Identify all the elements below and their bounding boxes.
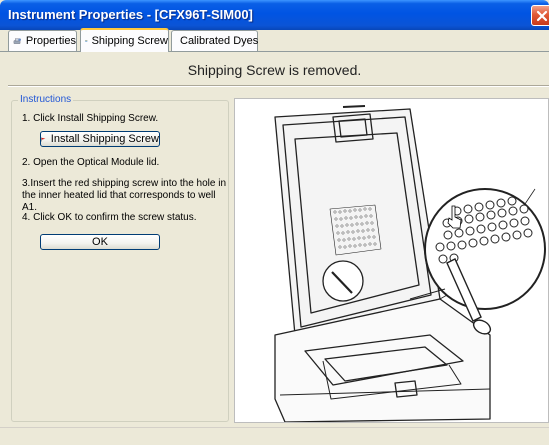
instructions-legend: Instructions [18, 94, 74, 105]
install-shipping-screw-button[interactable]: Install Shipping Screw [40, 131, 160, 147]
shipping-screw-icon [85, 40, 88, 42]
title-bar[interactable]: Instrument Properties - [CFX96T-SIM00] [0, 0, 549, 30]
status-message: Shipping Screw is removed. [187, 62, 362, 78]
divider [8, 85, 549, 87]
instruction-step-4: 4. Click OK to confirm the screw status. [22, 212, 197, 223]
instruction-step-2: 2. Open the Optical Module lid. [22, 157, 160, 168]
instrument-drawing [274, 105, 546, 423]
tab-properties-label: Properties [25, 35, 76, 47]
tab-properties[interactable]: Properties [8, 30, 77, 51]
tab-strip: Properties Shipping Screw Calibrated Dye… [0, 28, 549, 52]
tab-shipping-screw[interactable]: Shipping Screw [80, 28, 169, 52]
ok-button[interactable]: OK [40, 234, 160, 250]
bottom-strip [0, 427, 549, 445]
ok-button-label: OK [92, 236, 108, 248]
instrument-illustration [234, 98, 549, 423]
instruction-step-1: 1. Click Install Shipping Screw. [22, 113, 159, 124]
red-flag-icon [41, 137, 46, 141]
properties-icon [13, 38, 21, 44]
instructions-group: Instructions 1. Click Install Shipping S… [11, 94, 229, 422]
close-button[interactable] [531, 5, 549, 26]
window-title: Instrument Properties - [CFX96T-SIM00] [8, 7, 253, 22]
tab-page: Shipping Screw is removed. Instructions … [0, 51, 549, 427]
tab-calibrated-dyes-label: Calibrated Dyes [180, 35, 259, 47]
install-shipping-screw-label: Install Shipping Screw [50, 133, 159, 145]
close-icon [536, 10, 548, 22]
tab-shipping-screw-label: Shipping Screw [91, 35, 168, 47]
instruction-step-3: 3.Insert the red shipping screw into the… [22, 178, 227, 213]
tab-calibrated-dyes[interactable]: Calibrated Dyes [171, 30, 258, 51]
